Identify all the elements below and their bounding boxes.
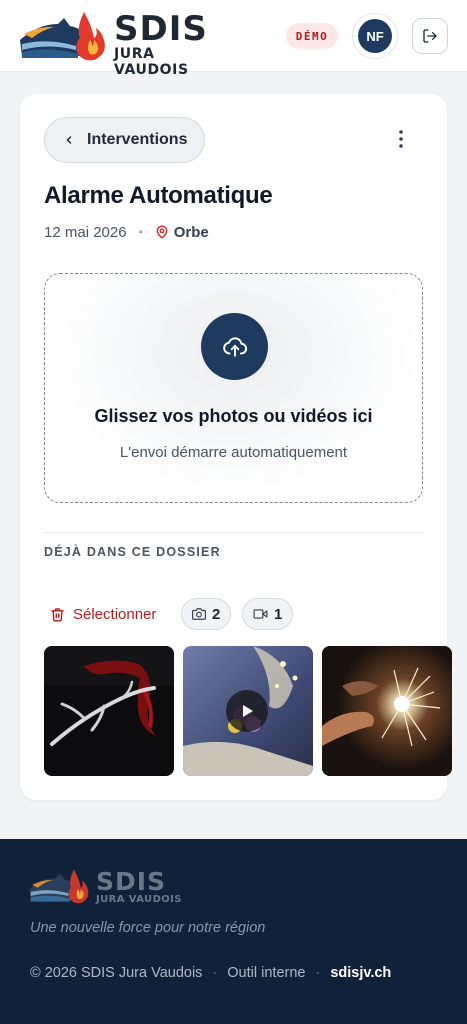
intervention-location: Orbe xyxy=(155,224,209,241)
logout-icon xyxy=(423,29,437,43)
user-avatar-button[interactable]: NF xyxy=(352,13,398,59)
select-label: Sélectionner xyxy=(73,605,157,623)
more-options-button[interactable] xyxy=(386,124,416,154)
footer-copyright: © 2026 SDIS Jura Vaudois xyxy=(30,965,203,981)
footer-logo-subtitle: JURA VAUDOIS xyxy=(96,894,182,905)
upload-button[interactable] xyxy=(201,313,268,380)
media-thumbnail-photo[interactable] xyxy=(44,646,174,776)
logo-emblem-icon xyxy=(20,12,105,61)
dropzone-subtitle: L'envoi démarre automatiquement xyxy=(119,444,348,461)
map-pin-icon xyxy=(156,225,168,239)
meta-separator: • xyxy=(138,225,143,239)
more-vertical-icon xyxy=(399,130,403,148)
sdis-logo[interactable]: SDIS JURA VAUDOIS xyxy=(18,9,233,78)
intervention-card: Interventions Alarme Automatique 12 mai … xyxy=(20,94,452,800)
intervention-date: 12 mai 2026 xyxy=(44,223,127,241)
existing-media-heading: DÉJÀ DANS CE DOSSIER xyxy=(44,545,221,559)
page-title: Alarme Automatique xyxy=(44,182,273,209)
media-thumbnail-video[interactable] xyxy=(183,646,313,776)
footer-tagline: Une nouvelle force pour notre région xyxy=(30,920,266,936)
video-icon xyxy=(253,609,268,619)
logo-emblem-icon xyxy=(29,869,89,904)
section-divider xyxy=(44,532,423,533)
back-button-label: Interventions xyxy=(87,131,188,148)
back-to-interventions-button[interactable]: Interventions xyxy=(44,117,205,163)
select-media-button[interactable]: Sélectionner xyxy=(50,599,156,629)
video-count: 1 xyxy=(274,605,283,623)
cloud-upload-icon xyxy=(222,336,247,357)
play-button[interactable] xyxy=(226,690,268,732)
footer-site-link[interactable]: sdisjv.ch xyxy=(330,965,391,981)
avatar: NF xyxy=(358,19,392,53)
play-icon xyxy=(243,705,253,717)
photo-image xyxy=(44,646,174,776)
logout-button[interactable] xyxy=(412,18,448,54)
intervention-meta: 12 mai 2026 • Orbe xyxy=(44,222,209,242)
footer-separator: · xyxy=(315,965,321,981)
trash-icon xyxy=(51,607,64,621)
media-thumbnail-photo[interactable] xyxy=(322,646,452,776)
photo-count-badge[interactable]: 2 xyxy=(181,598,232,630)
footer-separator: · xyxy=(212,965,218,981)
photo-image xyxy=(322,646,452,776)
demo-badge: DÉMO xyxy=(286,23,338,49)
footer-bottom-line: © 2026 SDIS Jura Vaudois · Outil interne… xyxy=(30,965,391,981)
video-count-badge[interactable]: 1 xyxy=(242,598,294,630)
location-label: Orbe xyxy=(173,223,209,241)
footer-logo[interactable]: SDIS JURA VAUDOIS xyxy=(28,867,188,907)
app-header: SDIS JURA VAUDOIS DÉMO NF xyxy=(0,0,467,78)
photo-count: 2 xyxy=(212,605,221,623)
app-footer: SDIS JURA VAUDOIS Une nouvelle force pou… xyxy=(0,839,467,1024)
logo-title: SDIS xyxy=(114,9,208,49)
upload-dropzone[interactable]: Glissez vos photos ou vidéos ici L'envoi… xyxy=(44,273,423,503)
footer-logo-title: SDIS xyxy=(96,867,167,896)
dropzone-title: Glissez vos photos ou vidéos ici xyxy=(94,406,373,426)
logo-subtitle: JURA VAUDOIS xyxy=(114,46,189,78)
footer-internal-tool: Outil interne xyxy=(227,965,306,981)
chevron-left-icon xyxy=(66,136,72,144)
camera-icon xyxy=(192,608,206,620)
